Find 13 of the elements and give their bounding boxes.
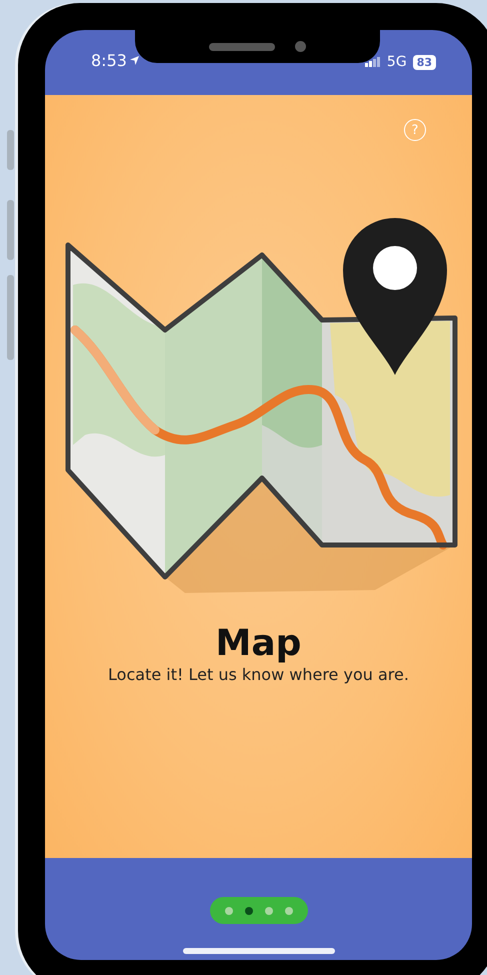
page-dot[interactable]	[244, 906, 252, 914]
page-dot[interactable]	[224, 906, 232, 914]
battery-indicator: 83	[412, 54, 436, 70]
location-arrow-icon	[130, 56, 139, 65]
page-dot[interactable]	[264, 906, 272, 914]
network-label: 5G	[386, 54, 407, 70]
screen-subtitle: Locate it! Let us know where you are.	[108, 665, 409, 684]
page-dot[interactable]	[284, 906, 292, 914]
screen-title: Map	[216, 623, 302, 665]
location-pin-icon	[343, 218, 447, 375]
help-button[interactable]: ?	[404, 119, 426, 141]
signal-icon	[364, 57, 381, 67]
status-time: 8:53	[91, 51, 127, 70]
